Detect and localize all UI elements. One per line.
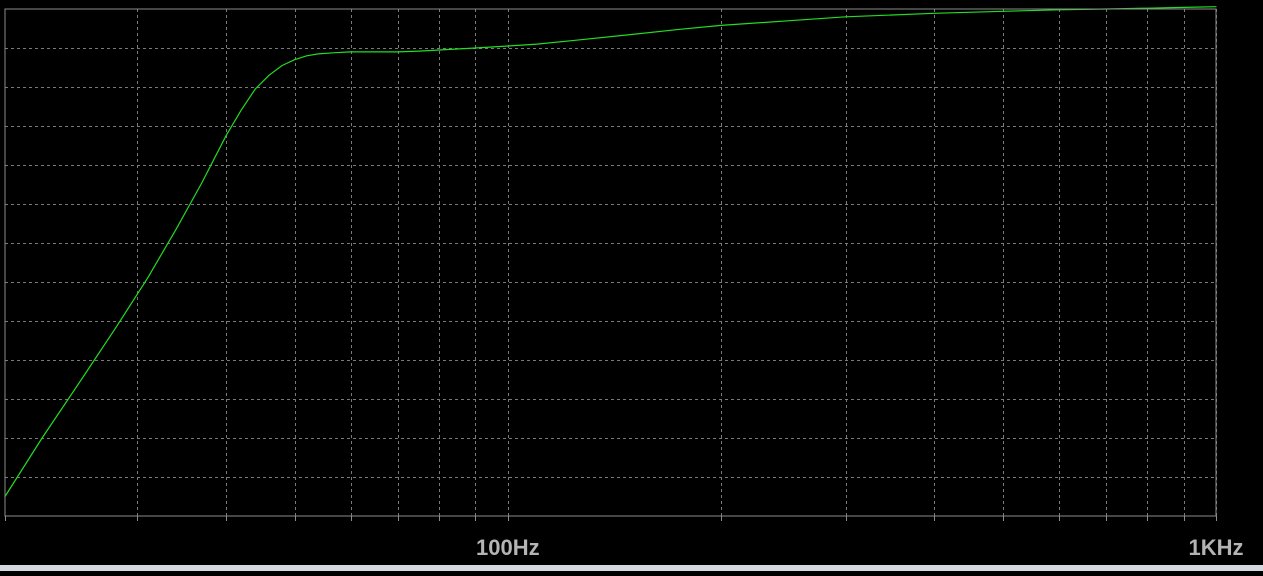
grid (5, 9, 1217, 516)
series-layer (4, 6, 1217, 498)
x-tick-label: 100Hz (476, 535, 540, 560)
x-axis-labels: 100Hz 1KHz (476, 535, 1244, 560)
x-tick-label: 1KHz (1188, 535, 1243, 560)
series-line (4, 6, 1217, 498)
status-strip (0, 565, 1263, 571)
x-axis-ticks (5, 516, 1217, 521)
plot-frame (4, 8, 1217, 517)
frequency-response-chart: 100Hz 1KHz (4, 6, 1244, 560)
plot-window: 100Hz 1KHz (0, 0, 1263, 571)
